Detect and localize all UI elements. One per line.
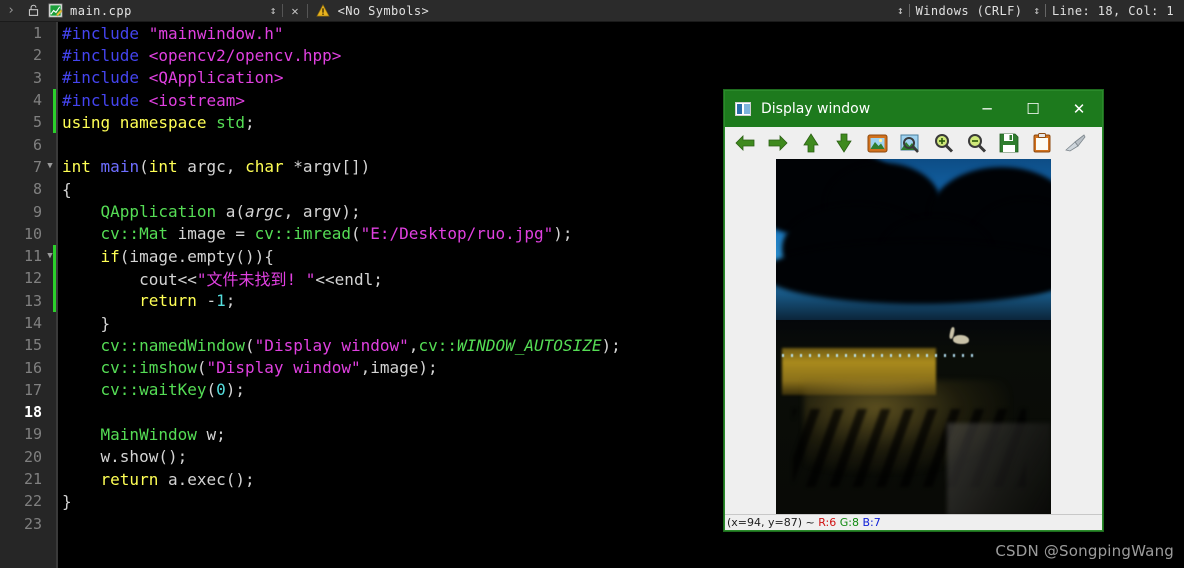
expand-chevron-icon[interactable]: › (0, 3, 22, 18)
line-number: 10 (23, 224, 42, 243)
line-number: 7 (32, 157, 42, 176)
line-number: 17 (23, 380, 42, 399)
code-text: using namespace std; (62, 112, 255, 132)
code-line: 2 #include <opencv2/opencv.hpp> (0, 44, 1184, 66)
code-text: w.show(); (62, 447, 188, 467)
line-number: 1 (32, 24, 42, 43)
display-window-title: Display window (761, 101, 871, 117)
line-number: 6 (32, 135, 42, 154)
code-text: cv::Mat image = cv::imread("E:/Desktop/r… (100, 224, 573, 244)
line-number: 9 (32, 202, 42, 221)
line-number: 16 (23, 358, 42, 377)
editor-toolbar: › main.cpp ↕ ✕ <No Symbols> ↕ Windows (C… (0, 0, 1184, 22)
line-number: 15 (23, 336, 42, 355)
code-text: #include <opencv2/opencv.hpp> (62, 45, 342, 65)
change-marker (53, 267, 56, 290)
copy-icon[interactable] (1030, 131, 1054, 155)
arrow-right-icon[interactable] (766, 131, 790, 155)
line-number: 4 (32, 91, 42, 110)
unlock-icon[interactable] (22, 4, 44, 17)
code-text: QApplication a(argc, argv); (100, 202, 361, 222)
line-number-current: 18 (23, 403, 42, 422)
image-canvas[interactable] (725, 159, 1102, 516)
line-number: 20 (23, 447, 42, 466)
active-file-name[interactable]: main.cpp (70, 4, 132, 18)
close-button[interactable]: ✕ (1056, 91, 1102, 127)
display-window[interactable]: Display window ─ ☐ ✕ (x=94, y=87) ~ R:6 … (724, 90, 1103, 531)
eol-dropdown-arrow[interactable]: ↕ (892, 4, 910, 17)
line-col-indicator[interactable]: Line: 18, Col: 1 (1046, 4, 1180, 18)
maximize-button[interactable]: ☐ (1010, 91, 1056, 127)
file-switch-button[interactable]: ↕ (264, 4, 284, 17)
change-marker (53, 289, 56, 312)
zoom-in-icon[interactable] (931, 131, 955, 155)
display-window-titlebar[interactable]: Display window ─ ☐ ✕ (725, 91, 1102, 127)
arrow-left-icon[interactable] (733, 131, 757, 155)
save-icon[interactable] (997, 131, 1021, 155)
code-text: MainWindow w; (100, 424, 226, 444)
code-text: #include "mainwindow.h" (62, 23, 284, 43)
arrow-up-icon[interactable] (799, 131, 823, 155)
line-number: 8 (32, 180, 42, 199)
photo-bird-sculpture (947, 327, 973, 349)
code-text: return -1; (139, 291, 236, 311)
minimize-button[interactable]: ─ (964, 91, 1010, 127)
display-window-toolbar (725, 127, 1102, 159)
pixel-blue-value: B:7 (858, 516, 881, 529)
line-number: 2 (32, 46, 42, 65)
status-bar: (x=94, y=87) ~ R:6 G:8 B:7 (725, 514, 1102, 530)
linecol-dropdown-arrow[interactable]: ↕ (1028, 4, 1046, 17)
line-number: 23 (23, 514, 42, 533)
arrow-down-icon[interactable] (832, 131, 856, 155)
code-text: if(image.empty()){ (100, 246, 274, 266)
code-line: 3 #include <QApplication> (0, 67, 1184, 89)
symbols-dropdown[interactable]: <No Symbols> (338, 4, 430, 18)
photo-string-lights (781, 353, 974, 357)
code-text: } (62, 491, 72, 511)
code-text: cv::namedWindow("Display window",cv::WIN… (100, 335, 621, 355)
code-text: cv::waitKey(0); (100, 380, 246, 400)
code-text: #include <QApplication> (62, 68, 284, 88)
line-number: 14 (23, 314, 42, 332)
line-number: 11 (23, 247, 42, 266)
code-text: { (62, 179, 72, 199)
zoom-out-icon[interactable] (964, 131, 988, 155)
code-text: } (62, 313, 111, 333)
line-number: 3 (32, 68, 42, 87)
change-marker (53, 111, 56, 134)
watermark: CSDN @SongpingWang (995, 542, 1174, 560)
line-number: 21 (23, 470, 42, 489)
line-number: 5 (32, 113, 42, 132)
cursor-coords: (x=94, y=87) ~ (727, 516, 819, 529)
line-number: 19 (23, 425, 42, 444)
fit-image-icon[interactable] (865, 131, 889, 155)
photo-walkway (946, 423, 1051, 516)
code-line: 1 #include "mainwindow.h" (0, 22, 1184, 44)
close-file-button[interactable]: ✕ (283, 3, 308, 18)
change-marker (53, 244, 56, 268)
eol-mode-label[interactable]: Windows (CRLF) (910, 4, 1029, 18)
window-app-icon (735, 102, 751, 116)
brush-icon[interactable] (1063, 131, 1087, 155)
warning-icon (308, 4, 338, 17)
code-text: #include <iostream> (62, 90, 246, 110)
line-number: 22 (23, 492, 42, 511)
code-text: cv::imshow("Display window",image); (100, 358, 438, 378)
zoom-fit-icon[interactable] (898, 131, 922, 155)
fold-marker[interactable]: ▼ (44, 162, 56, 171)
cpp-file-icon (44, 3, 66, 18)
change-marker (53, 88, 56, 112)
line-number: 12 (23, 269, 42, 288)
displayed-photo (776, 159, 1051, 516)
toolbar-right-group: ↕ Windows (CRLF) ↕ Line: 18, Col: 1 (892, 4, 1184, 18)
app-root: › main.cpp ↕ ✕ <No Symbols> ↕ Windows (C… (0, 0, 1184, 568)
pixel-green-value: G:8 (836, 516, 859, 529)
code-text: return a.exec(); (100, 469, 255, 489)
pixel-red-value: R:6 (818, 516, 837, 529)
line-number: 13 (23, 291, 42, 310)
code-text: cout<<"文件未找到! "<<endl; (62, 270, 383, 290)
code-text: int main(int argc, char *argv[]) (62, 157, 371, 177)
